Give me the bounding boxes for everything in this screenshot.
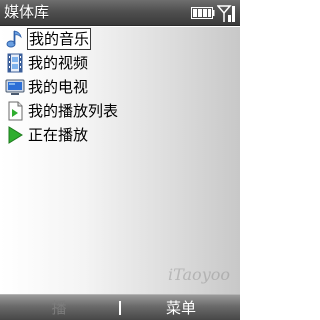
menu-item-now-playing[interactable]: 正在播放 [2,123,240,147]
left-softkey[interactable]: 播 [0,295,118,320]
menu-item-label: 我的电视 [28,78,89,96]
menu-item-label: 我的播放列表 [28,102,119,120]
softkey-bar: 播 菜单 [0,294,240,320]
menu-softkey[interactable]: 菜单 [122,295,240,320]
page-title: 媒体库 [4,3,50,21]
playlist-icon [8,101,23,121]
menu-item-label: 我的音乐 [27,28,92,50]
softkey-divider [119,301,121,315]
signal-icon [217,5,235,22]
battery-icon [191,7,215,19]
menu-item-my-tv[interactable]: 我的电视 [2,75,240,99]
menu-item-label: 正在播放 [28,126,89,144]
media-library-list: 我的音乐 我的视频 我的电视 我的播放列表 正在播放 iTaoyoo [0,27,240,294]
watermark-logo: iTaoyoo [167,265,230,284]
menu-item-label: 我的视频 [28,54,89,72]
video-film-icon [7,53,23,73]
music-note-icon [6,30,22,48]
menu-item-my-videos[interactable]: 我的视频 [2,51,240,75]
tv-icon [5,79,25,95]
menu-item-my-playlists[interactable]: 我的播放列表 [2,99,240,123]
menu-item-my-music[interactable]: 我的音乐 [2,27,240,51]
now-playing-icon [8,126,23,144]
title-bar: 媒体库 [0,0,240,26]
